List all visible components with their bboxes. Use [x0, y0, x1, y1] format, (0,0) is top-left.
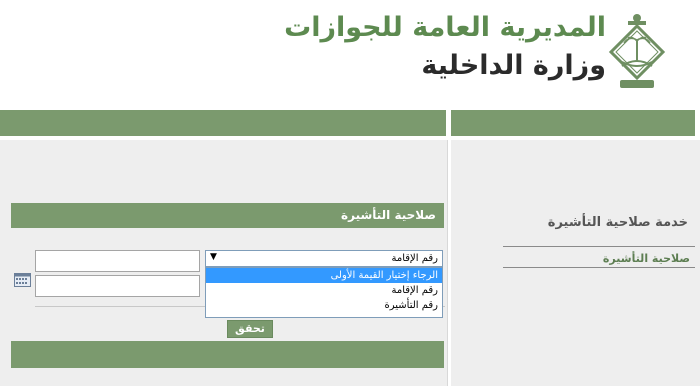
calendar-icon[interactable]: [14, 273, 31, 287]
dropdown-option[interactable]: الرجاء إختيار القيمة الأولى: [206, 268, 442, 283]
side-divider-bottom: [503, 267, 695, 268]
top-bar-right: [451, 110, 695, 136]
moi-emblem-icon: [608, 14, 666, 88]
visa-validity-link[interactable]: صلاحية التأشيرة: [603, 252, 690, 265]
dropdown-option[interactable]: رقم الإقامة: [206, 283, 442, 298]
page-header: المديرية العامة للجوازات وزارة الداخلية: [0, 0, 700, 108]
directorate-title: المديرية العامة للجوازات: [284, 12, 606, 43]
select-current-value: رقم الإقامة: [391, 253, 438, 264]
date-input[interactable]: [35, 275, 200, 297]
verify-button[interactable]: تحقق: [227, 320, 273, 338]
id-type-dropdown-list[interactable]: الرجاء إختيار القيمة الأولى رقم الإقامة …: [205, 267, 443, 318]
form-section-title: صلاحية التأشيرة: [11, 203, 444, 228]
id-type-select[interactable]: ▼ رقم الإقامة: [205, 250, 443, 267]
primary-number-input[interactable]: [35, 250, 200, 272]
dropdown-arrow-icon[interactable]: ▼: [210, 252, 217, 262]
form-footer-bar: [11, 341, 444, 368]
top-bar-left: [0, 110, 446, 136]
ministry-title: وزارة الداخلية: [421, 50, 606, 81]
side-divider-top: [503, 246, 695, 247]
service-title: خدمة صلاحية التأشيرة: [547, 215, 688, 230]
dropdown-option[interactable]: رقم التأشيرة: [206, 298, 442, 313]
